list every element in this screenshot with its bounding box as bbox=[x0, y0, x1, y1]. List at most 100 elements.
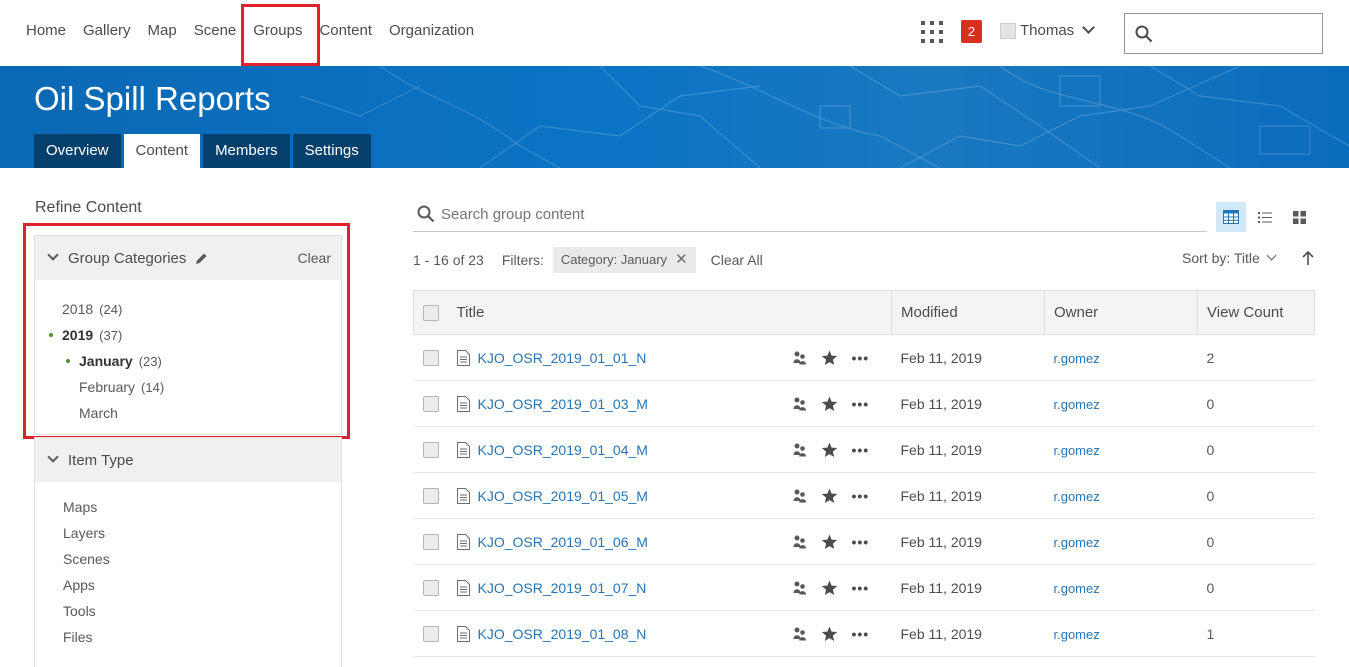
owner-link[interactable]: r.gomez bbox=[1054, 627, 1100, 642]
more-options-icon[interactable]: ••• bbox=[852, 350, 870, 366]
item-type-files[interactable]: Files bbox=[35, 624, 341, 650]
row-checkbox[interactable] bbox=[422, 442, 439, 459]
item-title-link[interactable]: KJO_OSR_2019_01_05_M bbox=[478, 488, 648, 504]
favorite-star-icon[interactable] bbox=[821, 626, 838, 642]
item-type-tools[interactable]: Tools bbox=[35, 598, 341, 624]
more-options-icon[interactable]: ••• bbox=[852, 580, 870, 596]
owner-link[interactable]: r.gomez bbox=[1054, 581, 1100, 596]
modified-cell: Feb 11, 2019 bbox=[900, 441, 982, 458]
row-checkbox[interactable] bbox=[422, 350, 439, 367]
table-view-button[interactable] bbox=[1216, 202, 1246, 232]
owner-link[interactable]: r.gomez bbox=[1054, 489, 1100, 504]
share-icon[interactable] bbox=[793, 580, 807, 595]
more-options-icon[interactable]: ••• bbox=[852, 488, 870, 504]
modified-cell: Feb 11, 2019 bbox=[900, 395, 982, 412]
nav-home[interactable]: Home bbox=[26, 22, 66, 39]
title-cell: KJO_OSR_2019_01_03_M ••• bbox=[448, 381, 892, 427]
item-title-link[interactable]: KJO_OSR_2019_01_07_N bbox=[478, 580, 647, 596]
user-menu[interactable]: Thomas bbox=[1000, 21, 1096, 39]
more-options-icon[interactable]: ••• bbox=[852, 442, 870, 458]
owner-link[interactable]: r.gomez bbox=[1054, 351, 1100, 366]
row-checkbox[interactable] bbox=[422, 396, 439, 413]
item-type-scenes[interactable]: Scenes bbox=[35, 546, 341, 572]
list-view-button[interactable] bbox=[1250, 202, 1280, 232]
sort-dropdown[interactable]: Sort by: Title bbox=[1182, 250, 1277, 266]
clear-all-button[interactable]: Clear All bbox=[711, 252, 763, 268]
row-checkbox[interactable] bbox=[422, 534, 439, 551]
title-cell: KJO_OSR_2019_01_04_M ••• bbox=[448, 427, 892, 473]
share-icon[interactable] bbox=[793, 488, 807, 503]
view-count-cell: 0 bbox=[1206, 395, 1215, 412]
nav-gallery[interactable]: Gallery bbox=[83, 22, 131, 39]
row-checkbox[interactable] bbox=[422, 626, 439, 643]
share-icon[interactable] bbox=[793, 626, 807, 641]
group-search-input[interactable] bbox=[441, 203, 1141, 225]
tab-members[interactable]: Members bbox=[203, 134, 290, 168]
favorite-star-icon[interactable] bbox=[821, 580, 838, 596]
owner-link[interactable]: r.gomez bbox=[1054, 397, 1100, 412]
tab-overview[interactable]: Overview bbox=[34, 134, 121, 168]
item-title-link[interactable]: KJO_OSR_2019_01_01_N bbox=[478, 350, 647, 366]
item-type-apps[interactable]: Apps bbox=[35, 572, 341, 598]
nav-links: Home Gallery Map Scene Groups Content Or… bbox=[26, 4, 491, 66]
app-launcher-icon[interactable] bbox=[921, 21, 943, 43]
tab-content[interactable]: Content bbox=[123, 134, 201, 168]
item-type-maps[interactable]: Maps bbox=[35, 494, 341, 520]
favorite-star-icon[interactable] bbox=[821, 442, 838, 458]
more-options-icon[interactable]: ••• bbox=[852, 396, 870, 412]
column-modified[interactable]: Modified bbox=[891, 290, 1045, 335]
item-type-header[interactable]: Item Type bbox=[35, 438, 341, 482]
more-options-icon[interactable]: ••• bbox=[852, 534, 870, 550]
column-view-count[interactable]: View Count bbox=[1197, 290, 1315, 335]
nav-map[interactable]: Map bbox=[148, 22, 177, 39]
search-icon bbox=[1135, 25, 1153, 43]
share-icon[interactable] bbox=[793, 534, 807, 549]
nav-content[interactable]: Content bbox=[319, 22, 372, 39]
owner-link[interactable]: r.gomez bbox=[1054, 535, 1100, 550]
table-icon bbox=[1223, 210, 1239, 224]
grid-view-button[interactable] bbox=[1284, 202, 1314, 232]
item-title-link[interactable]: KJO_OSR_2019_01_08_N bbox=[478, 626, 647, 642]
owner-link[interactable]: r.gomez bbox=[1054, 443, 1100, 458]
title-cell: KJO_OSR_2019_01_06_M ••• bbox=[448, 519, 892, 565]
item-title-link[interactable]: KJO_OSR_2019_01_03_M bbox=[478, 396, 648, 412]
notification-badge[interactable]: 2 bbox=[961, 20, 982, 43]
row-actions: ••• bbox=[793, 534, 884, 550]
favorite-star-icon[interactable] bbox=[821, 534, 838, 550]
row-checkbox[interactable] bbox=[422, 580, 439, 597]
filter-chip[interactable]: Category: January ✕ bbox=[552, 247, 696, 273]
favorite-star-icon[interactable] bbox=[821, 488, 838, 504]
favorite-star-icon[interactable] bbox=[821, 396, 838, 412]
title-cell: KJO_OSR_2019_01_05_M ••• bbox=[448, 473, 892, 519]
sort-ascending-icon[interactable] bbox=[1300, 250, 1316, 266]
view-count-cell: 0 bbox=[1206, 533, 1215, 550]
share-icon[interactable] bbox=[793, 396, 807, 411]
item-type-layers[interactable]: Layers bbox=[35, 520, 341, 546]
modified-cell: Feb 11, 2019 bbox=[900, 533, 982, 550]
more-options-icon[interactable]: ••• bbox=[852, 626, 870, 642]
share-icon[interactable] bbox=[793, 350, 807, 365]
view-count-cell: 0 bbox=[1206, 579, 1215, 596]
avatar bbox=[1000, 22, 1016, 39]
item-type-panel: Item Type Maps Layers Scenes Apps Tools … bbox=[34, 437, 342, 667]
nav-organization[interactable]: Organization bbox=[389, 22, 474, 39]
row-select-cell bbox=[414, 381, 448, 427]
table-row: KJO_OSR_2019_01_04_M ••• Feb 11, 2019 r.… bbox=[413, 427, 1315, 473]
item-title-link[interactable]: KJO_OSR_2019_01_04_M bbox=[478, 442, 648, 458]
item-title-link[interactable]: KJO_OSR_2019_01_06_M bbox=[478, 534, 648, 550]
results-count: 1 - 16 of 23 bbox=[413, 252, 484, 268]
document-icon bbox=[456, 349, 470, 366]
global-search-input[interactable] bbox=[1124, 13, 1323, 54]
nav-groups[interactable]: Groups bbox=[241, 4, 321, 66]
share-icon[interactable] bbox=[793, 442, 807, 457]
top-navigation: Home Gallery Map Scene Groups Content Or… bbox=[0, 0, 1349, 66]
select-all-checkbox[interactable] bbox=[422, 305, 439, 322]
close-icon[interactable]: ✕ bbox=[675, 247, 688, 273]
row-checkbox[interactable] bbox=[422, 488, 439, 505]
tab-settings[interactable]: Settings bbox=[292, 134, 371, 168]
favorite-star-icon[interactable] bbox=[821, 350, 838, 366]
modified-cell: Feb 11, 2019 bbox=[900, 625, 982, 642]
column-title[interactable]: Title bbox=[447, 290, 892, 335]
nav-scene[interactable]: Scene bbox=[194, 22, 237, 39]
column-owner[interactable]: Owner bbox=[1044, 290, 1198, 335]
